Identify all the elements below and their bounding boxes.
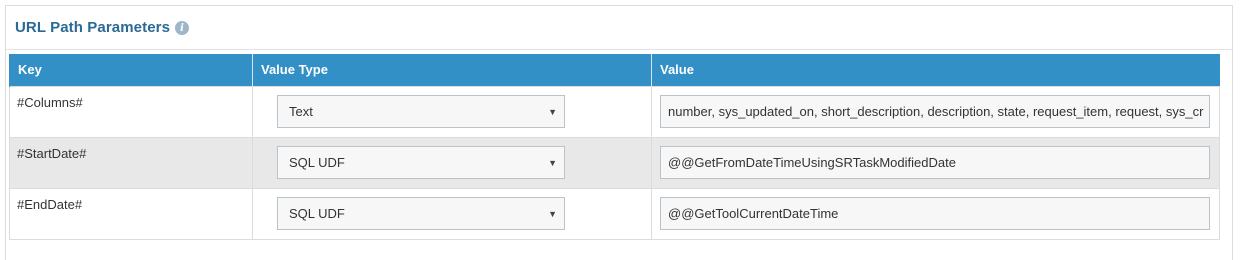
parameters-table: Key Value Type Value #Columns# Text ▼ nu…: [9, 54, 1220, 240]
value-input[interactable]: number, sys_updated_on, short_descriptio…: [660, 94, 1210, 128]
value-input-text: number, sys_updated_on, short_descriptio…: [668, 103, 1204, 119]
value-type-cell: SQL UDF ▼: [252, 136, 652, 189]
value-input-text: @@GetToolCurrentDateTime: [668, 205, 839, 221]
value-type-select[interactable]: SQL UDF ▼: [277, 196, 565, 230]
table-row: #EndDate# SQL UDF ▼ @@GetToolCurrentDate…: [9, 187, 1220, 240]
value-type-select[interactable]: SQL UDF ▼: [277, 145, 565, 179]
key-cell: #EndDate#: [9, 187, 253, 240]
column-header-value: Value: [651, 54, 1220, 86]
value-type-select[interactable]: Text ▼: [277, 94, 565, 128]
value-input[interactable]: @@GetToolCurrentDateTime: [660, 196, 1210, 230]
dropdown-arrow-icon: ▼: [548, 106, 557, 117]
value-input-text: @@GetFromDateTimeUsingSRTaskModifiedDate: [668, 154, 956, 170]
column-header-value-type: Value Type: [252, 54, 652, 86]
panel-header: URL Path Parameters i: [6, 6, 1232, 50]
column-header-key: Key: [9, 54, 253, 86]
key-cell: #StartDate#: [9, 136, 253, 189]
panel-title: URL Path Parameters: [15, 19, 171, 36]
table-row: #Columns# Text ▼ number, sys_updated_on,…: [9, 85, 1220, 138]
key-cell: #Columns#: [9, 85, 253, 138]
table-row: #StartDate# SQL UDF ▼ @@GetFromDateTimeU…: [9, 136, 1220, 189]
value-type-selected: Text: [289, 103, 313, 119]
table-header-row: Key Value Type Value: [9, 54, 1220, 86]
value-type-cell: Text ▼: [252, 85, 652, 138]
dropdown-arrow-icon: ▼: [548, 157, 557, 168]
value-cell: number, sys_updated_on, short_descriptio…: [651, 85, 1220, 138]
dropdown-arrow-icon: ▼: [548, 208, 557, 219]
value-input[interactable]: @@GetFromDateTimeUsingSRTaskModifiedDate: [660, 145, 1210, 179]
value-type-cell: SQL UDF ▼: [252, 187, 652, 240]
value-cell: @@GetToolCurrentDateTime: [651, 187, 1220, 240]
info-icon[interactable]: i: [175, 21, 190, 35]
value-type-selected: SQL UDF: [289, 205, 345, 221]
value-type-selected: SQL UDF: [289, 154, 345, 170]
value-cell: @@GetFromDateTimeUsingSRTaskModifiedDate: [651, 136, 1220, 189]
